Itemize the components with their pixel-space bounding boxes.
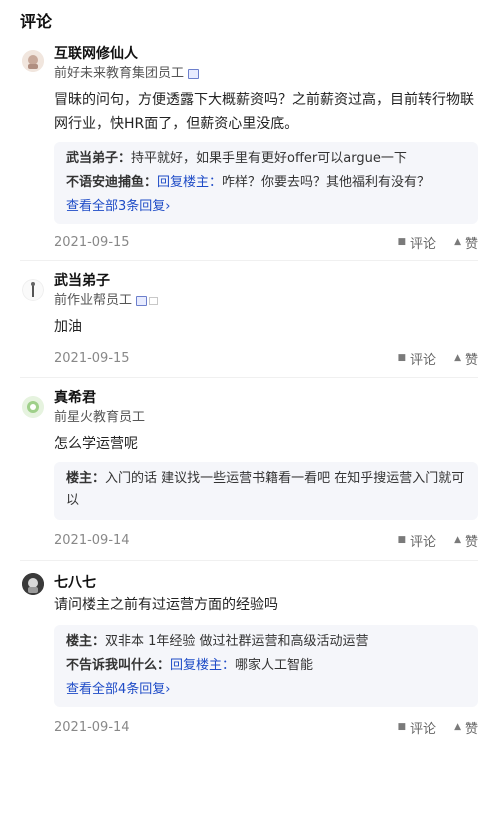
- comment-content: 请问楼主之前有过运营方面的经验吗: [54, 597, 278, 613]
- like-label: 赞: [464, 721, 478, 737]
- section-title: 评论: [20, 12, 53, 31]
- user-title-text: 前作业帮员工: [54, 293, 133, 308]
- comment-icon: ■: [397, 722, 407, 732]
- reply-author[interactable]: 武当弟子：: [66, 151, 131, 166]
- reply-to-link[interactable]: 回复楼主：: [157, 175, 222, 190]
- comment-icon: ■: [397, 535, 407, 545]
- comment-button[interactable]: ■ 评论: [398, 531, 437, 550]
- like-label: 赞: [464, 236, 478, 252]
- user-title-text: 前星火教育员工: [54, 410, 146, 425]
- comment-actions: ■ 评论 ▲ 赞: [398, 531, 478, 550]
- user-title: 前星火教育员工: [54, 408, 478, 428]
- user-title-text: 前好未来教育集团员工: [54, 66, 185, 81]
- comments-section: 评论 互联网修仙人 前好未来教育集团员工 冒昧的问句，方便透露下大概薪资吗？之前…: [0, 0, 500, 747]
- avatar[interactable]: [22, 396, 44, 418]
- reply-item[interactable]: 武当弟子：持平就好，如果手里有更好offer可以argue一下: [66, 148, 466, 170]
- user-name[interactable]: 真希君: [54, 388, 478, 408]
- comment-icon: ■: [397, 237, 407, 247]
- user-title: 前好未来教育集团员工: [54, 64, 478, 84]
- reply-author[interactable]: 不语安迪捕鱼：: [66, 175, 157, 190]
- reply-box[interactable]: 武当弟子：持平就好，如果手里有更好offer可以argue一下 不语安迪捕鱼：回…: [54, 142, 478, 224]
- badge-secondary-icon: [149, 297, 159, 305]
- like-button[interactable]: ▲ 赞: [454, 531, 478, 550]
- user-name[interactable]: 互联网修仙人: [54, 44, 478, 64]
- reply-text: 双非本 1年经验 做过社群运营和高级活动运营: [105, 634, 369, 649]
- reply-item[interactable]: 不告诉我叫什么：回复楼主：哪家人工智能: [66, 655, 466, 677]
- thumbs-up-icon: ▲: [454, 535, 461, 545]
- reply-text: 入门的话 建议找一些运营书籍看一看吧 在知乎搜运营入门就可以: [66, 471, 465, 508]
- comment-footer: 2021-09-14 ■ 评论 ▲ 赞: [54, 520, 478, 560]
- like-button[interactable]: ▲ 赞: [454, 233, 478, 252]
- comment-item: 武当弟子 前作业帮员工 加油 2021-09-15 ■ 评论 ▲ 赞: [20, 261, 478, 378]
- reply-author[interactable]: 楼主：: [66, 471, 105, 486]
- reply-box[interactable]: 楼主：入门的话 建议找一些运营书籍看一看吧 在知乎搜运营入门就可以: [54, 462, 478, 520]
- user-name[interactable]: 七八七: [54, 573, 478, 593]
- reply-text: 持平就好，如果手里有更好offer可以argue一下: [131, 151, 407, 166]
- comment-item: 互联网修仙人 前好未来教育集团员工 冒昧的问句，方便透露下大概薪资吗？之前薪资过…: [20, 36, 478, 261]
- comment-item: 真希君 前星火教育员工 怎么学运营呢 楼主：入门的话 建议找一些运营书籍看一看吧…: [20, 378, 478, 561]
- reply-item[interactable]: 楼主：双非本 1年经验 做过社群运营和高级活动运营: [66, 631, 466, 653]
- thumbs-up-icon: ▲: [454, 353, 461, 363]
- comment-footer: 2021-09-15 ■ 评论 ▲ 赞: [54, 339, 478, 377]
- avatar[interactable]: [22, 279, 44, 301]
- see-all-replies-link[interactable]: 查看全部3条回复›: [66, 196, 466, 218]
- comment-actions: ■ 评论 ▲ 赞: [398, 233, 478, 252]
- reply-to-link[interactable]: 回复楼主：: [170, 658, 235, 673]
- verified-badge-icon: [136, 296, 148, 306]
- thumbs-up-icon: ▲: [454, 722, 461, 732]
- comment-date: 2021-09-14: [54, 532, 130, 548]
- reply-author[interactable]: 楼主：: [66, 634, 105, 649]
- comment-icon: ■: [397, 353, 407, 363]
- comment-date: 2021-09-15: [54, 234, 130, 250]
- user-name[interactable]: 武当弟子: [54, 271, 478, 291]
- like-label: 赞: [464, 352, 478, 368]
- like-button[interactable]: ▲ 赞: [454, 718, 478, 737]
- comment-actions: ■ 评论 ▲ 赞: [398, 718, 478, 737]
- comment-content: 冒昧的问句，方便透露下大概薪资吗？之前薪资过高，目前转行物联网行业，快HR面了，…: [54, 92, 474, 132]
- reply-item[interactable]: 不语安迪捕鱼：回复楼主：咋样？你要去吗？其他福利有没有？: [66, 172, 466, 194]
- comment-button[interactable]: ■ 评论: [398, 233, 437, 252]
- avatar[interactable]: [22, 573, 44, 595]
- comment-content: 怎么学运营呢: [54, 436, 138, 452]
- comment-label: 评论: [410, 352, 437, 368]
- verified-badge-icon: [188, 69, 200, 79]
- comment-label: 评论: [410, 721, 437, 737]
- reply-text: 咋样？你要去吗？其他福利有没有？: [222, 175, 431, 190]
- comment-date: 2021-09-14: [54, 719, 130, 735]
- comment-date: 2021-09-15: [54, 350, 130, 366]
- comment-item: 七八七 请问楼主之前有过运营方面的经验吗 楼主：双非本 1年经验 做过社群运营和…: [20, 561, 478, 747]
- comment-button[interactable]: ■ 评论: [398, 718, 437, 737]
- comment-content: 加油: [54, 319, 82, 335]
- comment-footer: 2021-09-14 ■ 评论 ▲ 赞: [54, 707, 478, 747]
- see-all-replies-link[interactable]: 查看全部4条回复›: [66, 679, 466, 701]
- like-button[interactable]: ▲ 赞: [454, 349, 478, 368]
- comment-label: 评论: [410, 236, 437, 252]
- reply-item[interactable]: 楼主：入门的话 建议找一些运营书籍看一看吧 在知乎搜运营入门就可以: [66, 468, 466, 512]
- user-title: 前作业帮员工: [54, 291, 478, 311]
- reply-author[interactable]: 不告诉我叫什么：: [66, 658, 170, 673]
- comment-actions: ■ 评论 ▲ 赞: [398, 349, 478, 368]
- comment-footer: 2021-09-15 ■ 评论 ▲ 赞: [54, 224, 478, 260]
- thumbs-up-icon: ▲: [454, 237, 461, 247]
- reply-text: 哪家人工智能: [235, 658, 314, 673]
- reply-box[interactable]: 楼主：双非本 1年经验 做过社群运营和高级活动运营 不告诉我叫什么：回复楼主：哪…: [54, 625, 478, 707]
- comment-label: 评论: [410, 534, 437, 550]
- comment-button[interactable]: ■ 评论: [398, 349, 437, 368]
- avatar[interactable]: [22, 50, 44, 72]
- like-label: 赞: [464, 534, 478, 550]
